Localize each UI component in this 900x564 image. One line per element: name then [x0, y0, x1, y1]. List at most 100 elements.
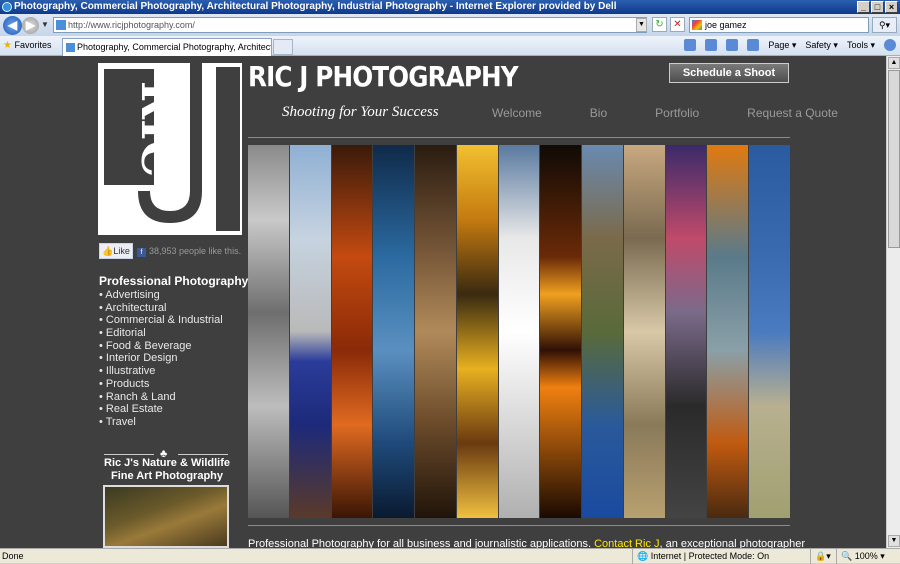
ric-j-logo[interactable]: RIC	[98, 63, 242, 235]
browser-tab[interactable]: Photography, Commercial Photography, Arc…	[62, 38, 272, 56]
photo-strip-5[interactable]	[415, 145, 456, 518]
status-text: Done	[2, 551, 24, 561]
tools-menu[interactable]: Tools ▾	[847, 40, 875, 51]
nav-welcome[interactable]: Welcome	[492, 106, 542, 120]
nature-line-1: Ric J's Nature & Wildlife	[104, 457, 230, 469]
photo-strip-6[interactable]	[456, 145, 498, 518]
recent-pages-dropdown-icon[interactable]: ▼	[41, 20, 49, 29]
search-value: joe gamez	[705, 20, 747, 30]
photo-strip-11[interactable]	[665, 145, 707, 518]
nav-portfolio[interactable]: Portfolio	[655, 106, 699, 120]
address-bar-row: ◀ ▶ ▼ http://www.ricjphotography.com/ ▼ …	[0, 14, 900, 36]
nav-request-quote[interactable]: Request a Quote	[747, 106, 838, 120]
close-window-button[interactable]: ×	[885, 1, 898, 13]
favorites-star-icon: ★	[3, 40, 12, 51]
service-commercial-industrial[interactable]: • Commercial & Industrial	[99, 314, 223, 327]
security-zone[interactable]: 🌐 Internet | Protected Mode: On	[632, 549, 769, 564]
services-list: • Advertising • Architectural • Commerci…	[99, 289, 223, 429]
photo-strip-7[interactable]	[498, 145, 540, 518]
tagline: Shooting for Your Success	[282, 104, 439, 120]
refresh-icon[interactable]: ↻	[652, 17, 667, 32]
home-icon[interactable]	[684, 39, 697, 51]
window-title: Photography, Commercial Photography, Arc…	[14, 1, 617, 12]
service-ranch-land[interactable]: • Ranch & Land	[99, 391, 223, 404]
wildlife-thumbnail[interactable]	[103, 485, 229, 548]
scroll-down-icon[interactable]: ▼	[888, 535, 900, 547]
nature-wildlife-heading[interactable]: Ric J's Nature & Wildlife Fine Art Photog…	[102, 457, 232, 483]
intro-sentence: Professional Photography for all busines…	[248, 538, 592, 548]
header-divider	[248, 137, 790, 138]
photo-strip-12[interactable]	[707, 145, 749, 518]
photo-strip-10[interactable]	[623, 145, 665, 518]
photo-strip-8[interactable]	[540, 145, 582, 518]
facebook-like-button[interactable]: 👍Like	[99, 243, 133, 259]
main-nav: Welcome Bio Portfolio Request a Quote	[492, 106, 838, 120]
service-illustrative[interactable]: • Illustrative	[99, 365, 223, 378]
photo-strip-1[interactable]	[248, 145, 289, 518]
address-input[interactable]: http://www.ricjphotography.com/	[53, 17, 647, 33]
photo-strip-2[interactable]	[289, 145, 331, 518]
tab-favicon	[66, 43, 75, 52]
search-input[interactable]: joe gamez	[689, 17, 869, 33]
facebook-icon: f	[137, 248, 146, 257]
service-food-beverage[interactable]: • Food & Beverage	[99, 340, 223, 353]
service-interior-design[interactable]: • Interior Design	[99, 352, 223, 365]
page-viewport: RIC RIC J PHOTOGRAPHY Schedule a Shoot S…	[0, 56, 886, 548]
services-heading: Professional Photography	[99, 274, 249, 288]
help-icon[interactable]	[884, 39, 896, 51]
back-button[interactable]: ◀	[3, 16, 22, 35]
page-menu-label: Page	[768, 39, 790, 50]
new-tab-button[interactable]	[273, 39, 293, 55]
service-travel[interactable]: • Travel	[99, 416, 223, 429]
nav-bio[interactable]: Bio	[590, 106, 607, 120]
forward-button[interactable]: ▶	[22, 17, 39, 34]
photo-strip-3[interactable]	[331, 145, 373, 518]
photo-strip-13[interactable]	[749, 145, 790, 518]
site-title: RIC J PHOTOGRAPHY	[248, 60, 519, 93]
address-text: http://www.ricjphotography.com/	[68, 20, 195, 30]
maximize-button[interactable]: □	[871, 1, 884, 13]
vertical-scrollbar[interactable]: ▲ ▼	[886, 56, 900, 548]
zoom-text: 100%	[854, 551, 878, 561]
feeds-icon[interactable]	[705, 39, 718, 51]
tab-title: Photography, Commercial Photography, Arc…	[77, 42, 272, 52]
address-dropdown-icon[interactable]: ▼	[636, 18, 647, 32]
page-menu[interactable]: Page ▾	[768, 40, 796, 51]
schedule-shoot-button[interactable]: Schedule a Shoot	[669, 63, 789, 83]
favorites-button[interactable]: ★ Favorites	[3, 40, 52, 51]
ie-app-icon	[2, 2, 12, 12]
minimize-button[interactable]: _	[857, 1, 870, 13]
safety-menu[interactable]: Safety ▾	[805, 40, 838, 51]
gallery-divider	[248, 525, 790, 526]
favorites-label: Favorites	[14, 40, 52, 50]
zone-text: Internet | Protected Mode: On	[650, 551, 770, 561]
tools-menu-label: Tools	[846, 39, 868, 50]
mail-icon[interactable]	[726, 39, 739, 51]
like-count-text: 38,953 people like this.	[149, 246, 242, 256]
photo-strip-9[interactable]	[582, 145, 623, 518]
zoom-control[interactable]: 🔍 100% ▾	[836, 549, 885, 564]
service-architectural[interactable]: • Architectural	[99, 302, 223, 315]
favorites-bar: ★ Favorites Photography, Commercial Phot…	[0, 36, 900, 56]
photo-strip-4[interactable]	[373, 145, 415, 518]
command-bar: Page ▾ Safety ▾ Tools ▾	[684, 39, 896, 51]
contact-ric-link[interactable]: Contact Ric J	[594, 538, 659, 548]
protected-mode-icon[interactable]: 🔒▾	[810, 549, 831, 564]
service-real-estate[interactable]: • Real Estate	[99, 403, 223, 416]
service-advertising[interactable]: • Advertising	[99, 289, 223, 302]
service-products[interactable]: • Products	[99, 378, 223, 391]
like-label: Like	[113, 246, 130, 256]
intro-tail: , an exceptional photographer	[659, 538, 806, 548]
google-search-icon	[692, 20, 702, 30]
print-icon[interactable]	[747, 39, 760, 51]
safety-menu-label: Safety	[805, 39, 831, 50]
logo-text: RIC	[131, 81, 185, 177]
nature-line-2: Fine Art Photography	[110, 470, 224, 482]
scroll-up-icon[interactable]: ▲	[888, 57, 900, 69]
search-go-icon[interactable]: ⚲▾	[872, 17, 897, 33]
photo-strip-gallery	[248, 145, 790, 518]
status-bar: Done 🌐 Internet | Protected Mode: On 🔒▾ …	[0, 548, 900, 564]
stop-icon[interactable]: ✕	[670, 17, 685, 32]
scroll-thumb[interactable]	[888, 70, 900, 248]
service-editorial[interactable]: • Editorial	[99, 327, 223, 340]
